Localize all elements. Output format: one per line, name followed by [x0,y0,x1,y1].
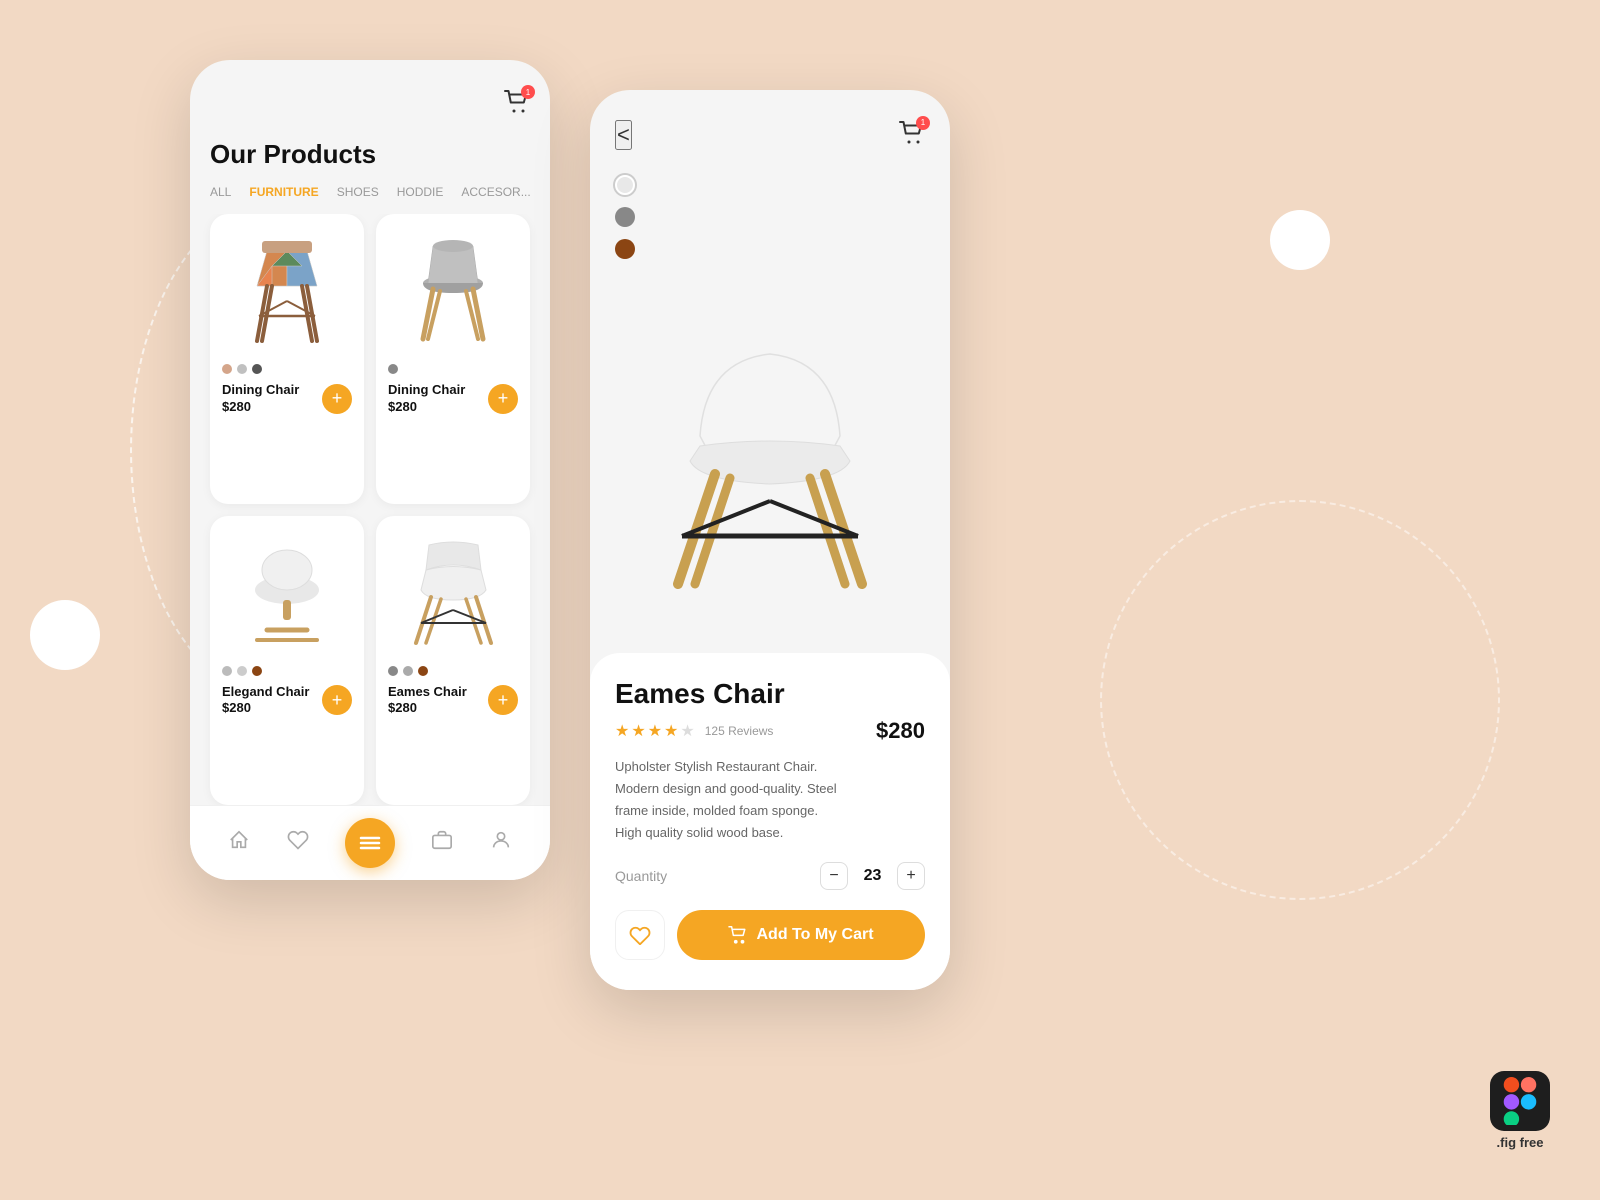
product-name-2: Dining Chair [388,382,465,399]
add-product-2-button[interactable]: + [488,384,518,414]
product-image-4 [388,528,518,658]
quantity-value: 23 [860,867,885,885]
figma-icon [1490,1071,1550,1131]
color-dots-1 [222,364,352,374]
nav-home-icon[interactable] [228,829,250,857]
product-price-3: $280 [222,700,309,715]
color-dot[interactable] [252,364,262,374]
detail-cart-badge: 1 [916,116,930,130]
figma-badge: .fig free [1490,1071,1550,1150]
wishlist-button[interactable] [615,910,665,960]
phone1-header: 1 [190,60,550,129]
color-dot[interactable] [222,364,232,374]
color-dots-2 [388,364,518,374]
product-name-4: Eames Chair [388,684,467,701]
cat-furniture[interactable]: FURNITURE [249,185,318,199]
decorative-dashed-line-right [1100,500,1500,900]
color-dot[interactable] [403,666,413,676]
product-image-1 [222,226,352,356]
chair-elegant-icon [237,535,337,650]
decorative-circle-left [30,600,100,670]
eames-chair-large-icon [640,306,900,606]
product-info-4: Eames Chair $280 + [388,684,518,716]
add-to-cart-button[interactable]: Add To My Cart [677,910,925,960]
product-detail-title: Eames Chair [615,678,925,710]
cat-shoes[interactable]: SHOES [337,185,379,199]
figma-label: .fig free [1497,1135,1544,1150]
color-selector-brown[interactable] [615,239,635,259]
product-grid: Dining Chair $280 + [190,214,550,805]
phone2-product-detail: < 1 [590,90,950,990]
review-count: 125 Reviews [705,724,774,738]
cat-accessories[interactable]: ACCESOR... [461,185,530,199]
add-to-cart-label: Add To My Cart [756,926,873,944]
quantity-row: Quantity − 23 + [615,862,925,890]
quantity-label: Quantity [615,868,667,884]
detail-cart-button[interactable]: 1 [899,121,925,150]
phone2-header: < 1 [590,90,950,165]
product-price-1: $280 [222,399,299,414]
color-dot[interactable] [418,666,428,676]
detail-product-image [590,259,950,653]
star-1: ★ [615,721,629,741]
color-dots-4 [388,666,518,676]
nav-menu-center-button[interactable] [345,818,395,868]
decorative-circle-top [1270,210,1330,270]
star-3: ★ [648,721,662,741]
product-card-2[interactable]: Dining Chair $280 + [376,214,530,504]
product-card-3[interactable]: Elegand Chair $280 + [210,516,364,806]
nav-bag-icon[interactable] [431,829,453,857]
page-title: Our Products [190,129,550,185]
product-card-1[interactable]: Dining Chair $280 + [210,214,364,504]
product-card-4[interactable]: Eames Chair $280 + [376,516,530,806]
cart-button[interactable]: 1 [504,90,530,119]
cat-all[interactable]: ALL [210,185,231,199]
product-name-1: Dining Chair [222,382,299,399]
detail-panel: Eames Chair ★ ★ ★ ★ ★ 125 Reviews $280 U… [590,653,950,990]
color-dot[interactable] [388,666,398,676]
action-row: Add To My Cart [615,910,925,960]
chair-colorful-icon [237,231,337,351]
quantity-increase-button[interactable]: + [897,862,925,890]
star-rating: ★ ★ ★ ★ ★ [615,721,695,741]
add-product-1-button[interactable]: + [322,384,352,414]
add-product-3-button[interactable]: + [322,685,352,715]
chair-eames-small-icon [406,535,501,650]
product-description: Upholster Stylish Restaurant Chair.Moder… [615,756,925,844]
category-tabs: ALL FURNITURE SHOES HODDIE ACCESOR... [190,185,550,214]
product-info-2: Dining Chair $280 + [388,382,518,414]
chair-gray-icon [408,231,498,351]
cart-badge: 1 [521,85,535,99]
color-selector-white[interactable] [615,175,635,195]
quantity-decrease-button[interactable]: − [820,862,848,890]
product-price-4: $280 [388,700,467,715]
product-name-3: Elegand Chair [222,684,309,701]
bottom-nav [190,805,550,880]
product-info-1: Dining Chair $280 + [222,382,352,414]
back-button[interactable]: < [615,120,632,150]
star-4: ★ [664,721,678,741]
nav-person-icon[interactable] [490,829,512,857]
nav-heart-icon[interactable] [287,829,309,857]
quantity-controls: − 23 + [820,862,925,890]
color-dot[interactable] [237,666,247,676]
cart-icon [728,926,748,944]
product-image-3 [222,528,352,658]
phone1-product-list: 1 Our Products ALL FURNITURE SHOES HODDI… [190,60,550,880]
color-dot[interactable] [222,666,232,676]
cat-hoddie[interactable]: HODDIE [397,185,444,199]
color-dot[interactable] [252,666,262,676]
product-image-2 [388,226,518,356]
color-dot[interactable] [237,364,247,374]
product-info-3: Elegand Chair $280 + [222,684,352,716]
color-selector-gray[interactable] [615,207,635,227]
color-dot[interactable] [388,364,398,374]
rating-row: ★ ★ ★ ★ ★ 125 Reviews $280 [615,718,925,744]
add-product-4-button[interactable]: + [488,685,518,715]
product-detail-price: $280 [876,718,925,744]
product-price-2: $280 [388,399,465,414]
color-dots-3 [222,666,352,676]
star-5: ★ [680,721,694,741]
star-2: ★ [631,721,645,741]
